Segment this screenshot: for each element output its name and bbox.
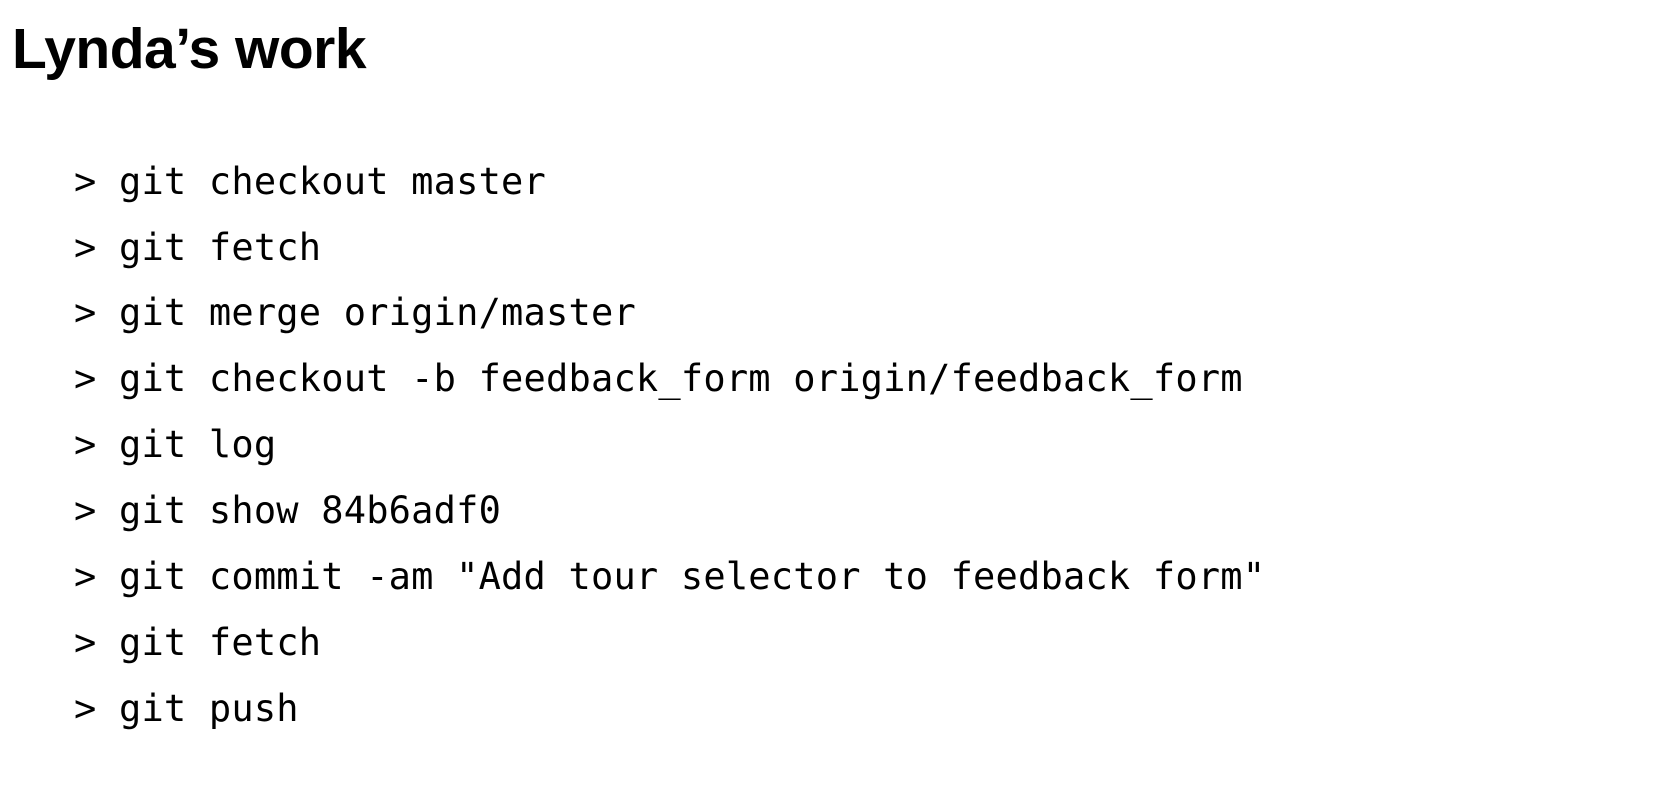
prompt-symbol: > <box>74 555 96 598</box>
command-line: > git checkout -b feedback_form origin/f… <box>74 346 1648 412</box>
prompt-symbol: > <box>74 357 96 400</box>
prompt-symbol: > <box>74 687 96 730</box>
prompt-symbol: > <box>74 291 96 334</box>
command-text: git commit -am "Add tour selector to fee… <box>119 555 1265 598</box>
command-line: > git fetch <box>74 610 1648 676</box>
command-line: > git merge origin/master <box>74 280 1648 346</box>
slide-heading: Lynda’s work <box>12 18 1648 81</box>
command-text: git merge origin/master <box>119 291 636 334</box>
command-line: > git log <box>74 412 1648 478</box>
command-text: git log <box>119 423 276 466</box>
command-line: > git show 84b6adf0 <box>74 478 1648 544</box>
command-text: git checkout -b feedback_form origin/fee… <box>119 357 1243 400</box>
command-text: git checkout master <box>119 160 546 203</box>
prompt-symbol: > <box>74 226 96 269</box>
command-line: > git push <box>74 676 1648 742</box>
command-text: git push <box>119 687 299 730</box>
prompt-symbol: > <box>74 489 96 532</box>
prompt-symbol: > <box>74 621 96 664</box>
prompt-symbol: > <box>74 423 96 466</box>
command-list: > git checkout master > git fetch > git … <box>12 149 1648 742</box>
command-line: > git checkout master <box>74 149 1648 215</box>
command-text: git fetch <box>119 226 321 269</box>
command-line: > git commit -am "Add tour selector to f… <box>74 544 1648 610</box>
command-text: git fetch <box>119 621 321 664</box>
command-text: git show 84b6adf0 <box>119 489 501 532</box>
command-line: > git fetch <box>74 215 1648 281</box>
prompt-symbol: > <box>74 160 96 203</box>
